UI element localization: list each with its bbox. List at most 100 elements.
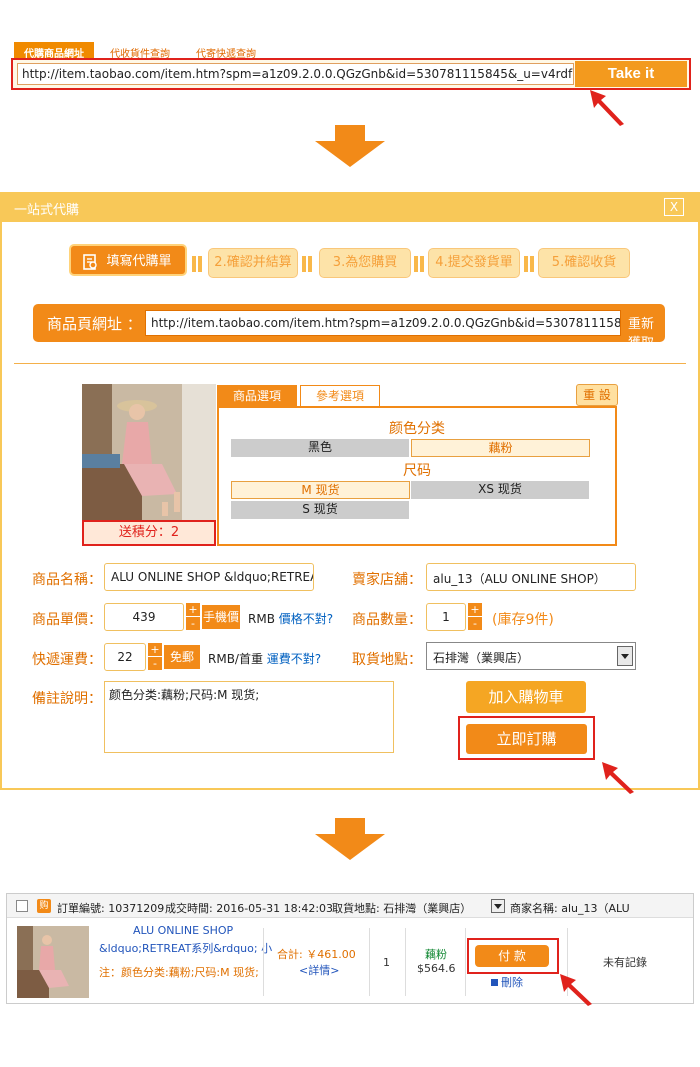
shipping-field[interactable]: 22: [104, 643, 146, 671]
order-pickup: 取貨地點: 石排灣（業興店）: [332, 902, 472, 915]
refetch-button[interactable]: 重新獲取: [628, 313, 665, 351]
step-receive: 5.確認收貨: [538, 248, 630, 278]
price-stepper[interactable]: + -: [186, 603, 200, 631]
step-chevron-icon: [524, 256, 534, 272]
add-to-cart-button[interactable]: 加入購物車: [466, 681, 586, 713]
price-wrong-link[interactable]: 價格不對?: [279, 612, 333, 626]
step-confirm: 2.確認并結算: [208, 248, 298, 278]
option-size-m[interactable]: M 现货: [231, 481, 410, 499]
credit-badge: 送積分：2: [82, 520, 216, 546]
option-color-pink[interactable]: 藕粉: [411, 439, 590, 457]
order-merchant: 商家名稱: alu_13（ALU: [510, 902, 630, 915]
chevron-down-icon[interactable]: [617, 646, 633, 666]
option-size-xs[interactable]: XS 现货: [411, 481, 589, 499]
shipping-note: RMB/首重 運費不對?: [208, 650, 321, 667]
take-it-button[interactable]: Take it: [575, 61, 687, 87]
panel-title: 一站式代購: [14, 203, 80, 218]
divider: [465, 928, 466, 996]
close-button[interactable]: X: [664, 198, 684, 216]
chevron-down-icon[interactable]: [491, 899, 505, 913]
divider: [405, 928, 406, 996]
step-fill-order: 填寫代購單: [69, 244, 187, 276]
qty-label: 商品數量：: [352, 612, 422, 628]
option-size-s[interactable]: S 现货: [231, 501, 409, 519]
qty-stepper[interactable]: + -: [468, 603, 482, 631]
price-label: 商品單價：: [32, 612, 102, 628]
qty-field[interactable]: 1: [426, 603, 466, 631]
shipping-stepper[interactable]: + -: [148, 643, 162, 671]
pointer-arrow-icon: [590, 90, 624, 126]
order-header: 购 訂單編號: 10371209 成交時間: 2016-05-31 18:42:…: [7, 894, 693, 918]
delete-label[interactable]: 刪除: [501, 976, 523, 989]
free-shipping-button[interactable]: 免郵: [164, 645, 200, 669]
pickup-label: 取貨地點：: [352, 652, 422, 668]
step-shipping: 4.提交發貨單: [428, 248, 520, 278]
price-note: RMB 價格不對?: [248, 610, 333, 627]
step-label: 填寫代購單: [106, 254, 172, 269]
minus-icon[interactable]: -: [186, 617, 200, 631]
form-icon: [83, 254, 97, 270]
order-item-image: [17, 926, 89, 998]
plus-icon[interactable]: +: [468, 603, 482, 617]
order-status: 藕粉: [425, 948, 447, 961]
pay-highlight: 付 款: [467, 938, 559, 974]
price-field[interactable]: 439: [104, 603, 184, 631]
delete-icon: [491, 979, 498, 986]
order-record: 未有記錄: [603, 956, 647, 969]
product-url-input[interactable]: http://item.taobao.com/item.htm?spm=a1z0…: [17, 63, 574, 85]
down-arrow-icon: [315, 818, 385, 860]
divider: [263, 928, 264, 996]
order-detail-link[interactable]: <詳情>: [299, 962, 339, 978]
step-chevron-icon: [414, 256, 424, 272]
tab-product-options[interactable]: 商品選項: [217, 385, 297, 407]
pay-button[interactable]: 付 款: [475, 945, 549, 967]
delete-link[interactable]: 刪除: [491, 974, 523, 990]
product-url-field[interactable]: http://item.taobao.com/item.htm?spm=a1z0…: [145, 310, 621, 336]
name-label: 商品名稱：: [32, 572, 102, 588]
plus-icon[interactable]: +: [148, 643, 162, 657]
pointer-arrow-icon: [560, 974, 592, 1006]
order-number: 訂單編號: 10371209: [57, 902, 165, 915]
step-chevron-icon: [192, 256, 202, 272]
order-time: 成交時間: 2016-05-31 18:42:03: [165, 902, 334, 915]
shipping-label: 快遞運費：: [32, 652, 102, 668]
price-unit: RMB: [248, 612, 275, 626]
size-heading: 尺码: [403, 463, 431, 479]
shipping-wrong-link[interactable]: 運費不對?: [267, 652, 321, 666]
minus-icon[interactable]: -: [148, 657, 162, 671]
shop-label: 賣家店舖：: [352, 572, 422, 588]
order-checkbox[interactable]: [16, 900, 28, 912]
purchase-icon: 购: [37, 899, 51, 913]
product-name-field[interactable]: ALU ONLINE SHOP &ldquo;RETREAT: [104, 563, 314, 591]
down-arrow-icon: [315, 125, 385, 167]
tab-reference-options[interactable]: 參考選項: [300, 385, 380, 407]
order-qty: 1: [383, 956, 390, 969]
color-heading: 颜色分类: [389, 421, 445, 437]
order-item-title[interactable]: ALU ONLINE SHOP: [133, 924, 233, 937]
plus-icon[interactable]: +: [186, 603, 200, 617]
divider: [14, 363, 686, 364]
buy-now-button[interactable]: 立即訂購: [466, 724, 587, 754]
product-image: [82, 384, 216, 520]
mobile-price-button[interactable]: 手機價: [202, 605, 240, 629]
option-color-black[interactable]: 黑色: [231, 439, 409, 457]
stock-text: (庫存9件): [492, 612, 554, 628]
pickup-value: 石排灣（業興店）: [433, 651, 530, 665]
buy-now-highlight: 立即訂購: [458, 716, 595, 760]
options-box: 颜色分类 黑色 藕粉 尺码 M 现货 XS 现货 S 现货: [217, 406, 617, 546]
shipping-unit: RMB/首重: [208, 652, 263, 666]
step-purchase: 3.為您購買: [319, 248, 411, 278]
order-total: 合計: ￥461.00: [277, 948, 356, 961]
memo-textarea[interactable]: 颜色分类:藕粉;尺码:M 现货;: [104, 681, 394, 753]
reset-button[interactable]: 重 設: [576, 384, 618, 406]
order-item-note: 注：颜色分类:藕粉;尺码:M 现货;: [99, 966, 259, 979]
order-item-subtitle[interactable]: &ldquo;RETREAT系列&rdquo; 小: [99, 940, 272, 956]
pickup-select[interactable]: 石排灣（業興店）: [426, 642, 636, 670]
memo-label: 備註說明：: [32, 691, 102, 707]
order-amount: $564.6: [417, 962, 456, 975]
divider: [369, 928, 370, 996]
minus-icon[interactable]: -: [468, 617, 482, 631]
pointer-arrow-icon: [602, 762, 634, 794]
shop-field[interactable]: alu_13（ALU ONLINE SHOP）: [426, 563, 636, 591]
step-chevron-icon: [302, 256, 312, 272]
